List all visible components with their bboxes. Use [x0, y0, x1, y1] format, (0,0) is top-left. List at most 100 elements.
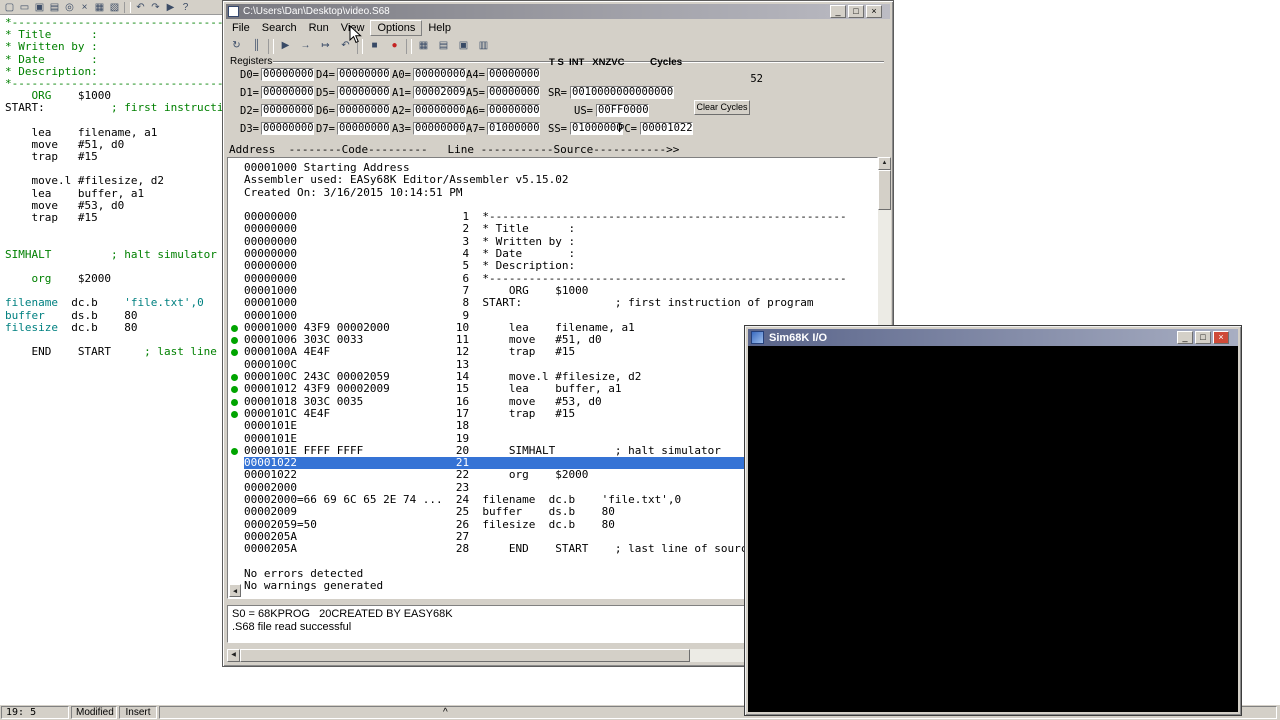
gutter-cell[interactable]: [228, 236, 244, 248]
gutter-cell[interactable]: [228, 359, 244, 371]
gutter-cell[interactable]: [228, 174, 244, 186]
gutter-cell[interactable]: [228, 420, 244, 432]
gutter-cell[interactable]: [228, 506, 244, 518]
stack-icon[interactable]: ▤: [435, 37, 452, 55]
gutter-cell[interactable]: [228, 297, 244, 309]
help-icon[interactable]: ?: [178, 1, 193, 14]
gutter-cell[interactable]: [228, 433, 244, 445]
gutter-cell[interactable]: [228, 273, 244, 285]
listing-row[interactable]: Assembler used: EASy68K Editor/Assembler…: [228, 173, 877, 186]
gutter-cell[interactable]: [228, 199, 244, 211]
run-icon[interactable]: ▶: [277, 37, 294, 55]
listing-row[interactable]: 00000000 5 * Description:: [228, 260, 877, 273]
breakpoint-dot[interactable]: [228, 408, 244, 420]
minimize-button[interactable]: _: [830, 5, 846, 18]
print-icon[interactable]: ▤: [47, 1, 62, 14]
gutter-cell[interactable]: [228, 543, 244, 555]
gutter-cell[interactable]: [228, 211, 244, 223]
gutter-cell[interactable]: [228, 162, 244, 174]
register-us[interactable]: 00FF0000: [596, 104, 649, 117]
vertical-scroll-thumb[interactable]: [878, 170, 891, 210]
gutter-cell[interactable]: [228, 556, 244, 568]
maximize-button[interactable]: □: [848, 5, 864, 18]
gutter-cell[interactable]: [228, 494, 244, 506]
gutter-cell[interactable]: [228, 310, 244, 322]
redo-icon[interactable]: ↷: [148, 1, 163, 14]
register-a4[interactable]: 00000000: [487, 68, 540, 81]
register-d5[interactable]: 00000000: [337, 86, 390, 99]
register-a0[interactable]: 00000000: [413, 68, 466, 81]
listing-row[interactable]: 00001000 9: [228, 309, 877, 322]
new-file-icon[interactable]: ▢: [2, 1, 17, 14]
breakpoint-dot[interactable]: [228, 371, 244, 383]
register-a5[interactable]: 00000000: [487, 86, 540, 99]
io-icon[interactable]: ▥: [475, 37, 492, 55]
listing-row[interactable]: 00001000 8 START: ; first instruction of…: [228, 296, 877, 309]
gutter-cell[interactable]: [228, 568, 244, 580]
menu-item-help[interactable]: Help: [422, 21, 457, 35]
simulator-titlebar[interactable]: C:\Users\Dan\Desktop\video.S68 _ □ ×: [226, 4, 890, 19]
gutter-cell[interactable]: [228, 187, 244, 199]
register-pc[interactable]: 00001022: [640, 122, 693, 135]
io-maximize-button[interactable]: □: [1195, 331, 1211, 344]
gutter-cell[interactable]: [228, 519, 244, 531]
register-d7[interactable]: 00000000: [337, 122, 390, 135]
breakpoint-dot[interactable]: [228, 396, 244, 408]
hardware-icon[interactable]: ▣: [455, 37, 472, 55]
register-d3[interactable]: 00000000: [261, 122, 314, 135]
horizontal-scroll-thumb[interactable]: [240, 649, 690, 662]
register-a2[interactable]: 00000000: [413, 104, 466, 117]
copy-icon[interactable]: ▦: [92, 1, 107, 14]
save-file-icon[interactable]: ▣: [32, 1, 47, 14]
clear-cycles-button[interactable]: Clear Cycles: [694, 100, 750, 115]
gutter-cell[interactable]: [228, 260, 244, 272]
gutter-cell[interactable]: [228, 248, 244, 260]
io-console[interactable]: [748, 346, 1238, 712]
stop-icon[interactable]: ■: [366, 37, 383, 55]
undo-icon[interactable]: ↶: [133, 1, 148, 14]
memory-icon[interactable]: ▦: [415, 37, 432, 55]
scroll-left-icon[interactable]: ◀: [229, 584, 241, 597]
gutter-cell[interactable]: [228, 469, 244, 481]
gutter-cell[interactable]: [228, 531, 244, 543]
gutter-cell[interactable]: [228, 223, 244, 235]
listing-row[interactable]: Created On: 3/16/2015 10:14:51 PM: [228, 186, 877, 199]
gutter-cell[interactable]: [228, 457, 244, 469]
find-icon[interactable]: ◎: [62, 1, 77, 14]
register-sr[interactable]: 0010000000000000: [570, 86, 674, 99]
register-a7[interactable]: 01000000: [487, 122, 540, 135]
scroll-up-icon[interactable]: ▲: [878, 157, 891, 170]
register-d2[interactable]: 00000000: [261, 104, 314, 117]
breakpoint-dot[interactable]: [228, 445, 244, 457]
io-titlebar[interactable]: Sim68K I/O _ □ ×: [748, 329, 1238, 346]
register-ss[interactable]: 01000000: [570, 122, 623, 135]
register-a6[interactable]: 00000000: [487, 104, 540, 117]
register-d0[interactable]: 00000000: [261, 68, 314, 81]
register-d1[interactable]: 00000000: [261, 86, 314, 99]
cut-icon[interactable]: ×: [77, 1, 92, 14]
register-a1[interactable]: 00002009: [413, 86, 466, 99]
register-a3[interactable]: 00000000: [413, 122, 466, 135]
menu-item-options[interactable]: Options: [370, 19, 423, 36]
breakpoint-icon[interactable]: ●: [386, 37, 403, 55]
register-d6[interactable]: 00000000: [337, 104, 390, 117]
gutter-cell[interactable]: [228, 285, 244, 297]
breakpoint-dot[interactable]: [228, 334, 244, 346]
scroll-left-icon[interactable]: ◀: [227, 649, 240, 662]
breakpoint-dot[interactable]: [228, 383, 244, 395]
paste-icon[interactable]: ▧: [107, 1, 122, 14]
menu-item-search[interactable]: Search: [256, 21, 303, 35]
close-button[interactable]: ×: [866, 5, 882, 18]
trace-icon[interactable]: →: [297, 37, 314, 55]
assemble-icon[interactable]: ▶: [163, 1, 178, 14]
open-file-icon[interactable]: ▭: [17, 1, 32, 14]
io-close-button[interactable]: ×: [1213, 331, 1229, 344]
io-minimize-button[interactable]: _: [1177, 331, 1193, 344]
breakpoint-dot[interactable]: [228, 322, 244, 334]
reload-icon[interactable]: ↻: [228, 37, 245, 55]
stepover-icon[interactable]: ↦: [317, 37, 334, 55]
breakpoint-dot[interactable]: [228, 346, 244, 358]
register-d4[interactable]: 00000000: [337, 68, 390, 81]
menu-item-run[interactable]: Run: [303, 21, 335, 35]
gutter-cell[interactable]: [228, 482, 244, 494]
